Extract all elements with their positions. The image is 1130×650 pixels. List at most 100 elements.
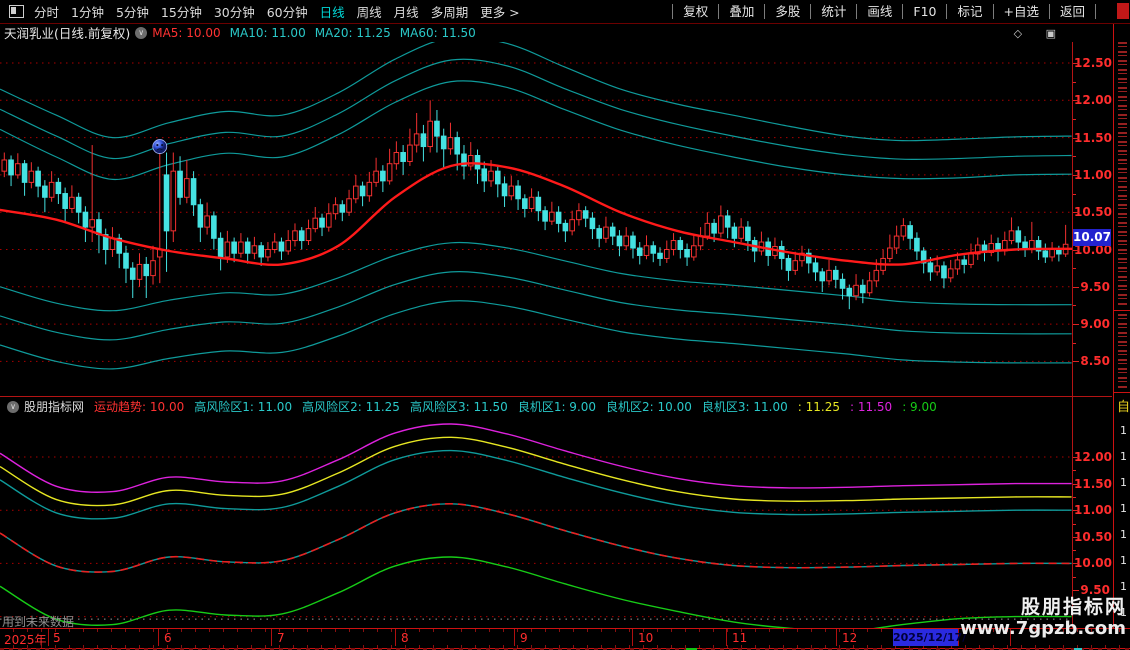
chevron-down-icon[interactable]: ∨ xyxy=(7,401,19,413)
indicator-field-7: 良机区3: 11.00 xyxy=(702,400,788,414)
axis-label: 10.50 xyxy=(1074,530,1110,544)
axis-label: 12.00 xyxy=(1074,93,1110,107)
month-label-6: 6 xyxy=(164,631,172,645)
axis-label: 11.50 xyxy=(1074,477,1110,491)
top-toolbar: 分时 1分钟 5分钟 15分钟 30分钟 60分钟日线周线月线多周期更多 > 复权叠加多股… xyxy=(0,0,1130,24)
indicator-field-10: : 9.00 xyxy=(902,400,937,414)
axis-label: 9.50 xyxy=(1074,280,1110,294)
toolbar-button-叠加[interactable]: 叠加 xyxy=(718,4,764,19)
period-tab-9[interactable]: 月线 xyxy=(394,2,419,21)
axis-label: 11.50 xyxy=(1074,131,1110,145)
toolbar-button-复权[interactable]: 复权 xyxy=(672,4,718,19)
chart-mode-icons[interactable]: ◇ ▣ xyxy=(1014,27,1066,40)
month-label-10: 10 xyxy=(638,631,653,645)
period-tab-1[interactable]: 分时 xyxy=(34,2,59,21)
price-axis-border xyxy=(1072,42,1073,647)
axis-label: 9.00 xyxy=(1074,317,1110,331)
axis-label: 9.50 xyxy=(1074,583,1110,597)
axis-label: 10.00 xyxy=(1074,556,1110,570)
strip-yellow-glyph: 自 xyxy=(1117,396,1130,415)
period-tab-3[interactable]: 5分钟 xyxy=(116,2,149,21)
axis-minor-tick xyxy=(1073,497,1076,498)
axis-minor-tick xyxy=(1073,550,1076,551)
month-separator xyxy=(395,629,396,646)
toolbar-button-多股[interactable]: 多股 xyxy=(764,4,810,19)
period-tab-7[interactable]: 日线 xyxy=(320,2,345,21)
watermark: 股朋指标网 www.7gpzb.com xyxy=(960,597,1126,639)
period-tab-11[interactable]: 更多 > xyxy=(480,2,519,21)
month-label-8: 8 xyxy=(401,631,409,645)
month-label-9: 9 xyxy=(520,631,528,645)
axis-tick xyxy=(1073,138,1079,139)
clipped-glyphs xyxy=(1118,314,1127,389)
axis-minor-tick xyxy=(1073,524,1076,525)
month-separator xyxy=(514,629,515,646)
future-data-note: 用到未来数据 xyxy=(2,613,74,630)
window-split-icon[interactable] xyxy=(9,5,24,18)
stock-info-bar: 天润乳业(日线.前复权) ∨ MA5: 10.00MA10: 11.00MA20… xyxy=(0,24,1072,41)
selected-date-tag: 2025/12/17/三 xyxy=(893,629,958,646)
period-tab-2[interactable]: 1分钟 xyxy=(71,2,104,21)
month-separator xyxy=(726,629,727,646)
toolbar-buttons: 复权叠加多股统计画线F10标记+自选返回 xyxy=(672,0,1096,23)
watermark-site-name: 股朋指标网 xyxy=(960,597,1126,618)
toolbar-button-F10[interactable]: F10 xyxy=(902,4,946,19)
clipped-digit: 1 xyxy=(1120,502,1127,515)
toolbar-button-画线[interactable]: 画线 xyxy=(856,4,902,19)
axis-tick xyxy=(1073,361,1079,362)
axis-label: 8.50 xyxy=(1074,354,1110,368)
month-label-11: 11 xyxy=(732,631,747,645)
month-label-5: 5 xyxy=(53,631,61,645)
period-tab-5[interactable]: 30分钟 xyxy=(214,2,255,21)
axis-minor-tick xyxy=(1073,194,1076,195)
indicator-field-3: 高风险区2: 11.25 xyxy=(302,400,400,414)
axis-tick xyxy=(1073,175,1079,176)
ma-value-3: MA20: 11.25 xyxy=(315,26,391,40)
period-tab-4[interactable]: 15分钟 xyxy=(161,2,202,21)
toolbar-button-返回[interactable]: 返回 xyxy=(1049,4,1096,19)
stock-title: 天润乳业(日线.前复权) xyxy=(4,23,130,42)
indicator-header: ∨ 股朋指标网 运动趋势: 10.00高风险区1: 11.00高风险区2: 11… xyxy=(2,399,1068,414)
period-tab-6[interactable]: 60分钟 xyxy=(267,2,308,21)
axis-tick xyxy=(1073,212,1079,213)
toolbar-button-统计[interactable]: 统计 xyxy=(810,4,856,19)
indicator-name: 股朋指标网 xyxy=(24,399,84,414)
axis-tick xyxy=(1073,324,1079,325)
toolbar-button-标记[interactable]: 标记 xyxy=(946,4,992,19)
clipped-digit: 1 xyxy=(1120,554,1127,567)
ma-value-1: MA5: 10.00 xyxy=(152,26,220,40)
axis-minor-tick xyxy=(1073,577,1076,578)
axis-tick xyxy=(1073,250,1079,251)
right-clipped-panel[interactable]: 自 11111111 xyxy=(1113,24,1130,628)
trading-app-window: 分时 1分钟 5分钟 15分钟 30分钟 60分钟日线周线月线多周期更多 > 复权叠加多股… xyxy=(0,0,1130,650)
axis-tick xyxy=(1073,63,1079,64)
main-candlestick-chart[interactable] xyxy=(0,42,1072,396)
month-separator xyxy=(48,629,49,646)
strip-separator xyxy=(1114,392,1130,393)
month-label-7: 7 xyxy=(277,631,285,645)
axis-label: 12.50 xyxy=(1074,56,1110,70)
panel-divider xyxy=(0,396,1112,397)
indicator-field-9: : 11.50 xyxy=(850,400,892,414)
axis-tick xyxy=(1073,510,1079,511)
corner-red-block xyxy=(1117,3,1129,19)
indicator-values: 运动趋势: 10.00高风险区1: 11.00高风险区2: 11.25高风险区3… xyxy=(94,399,947,414)
indicator-line-chart[interactable] xyxy=(0,416,1072,628)
chevron-down-icon[interactable]: ∨ xyxy=(135,27,147,39)
watermark-url: www.7gpzb.com xyxy=(960,618,1126,639)
period-tab-10[interactable]: 多周期 xyxy=(431,2,469,21)
sad-face-badge-icon xyxy=(153,140,167,154)
axis-minor-tick xyxy=(1073,268,1076,269)
clipped-digit: 1 xyxy=(1120,528,1127,541)
indicator-field-4: 高风险区3: 11.50 xyxy=(410,400,508,414)
month-separator xyxy=(158,629,159,646)
toolbar-button-+自选[interactable]: +自选 xyxy=(993,4,1049,19)
period-tab-8[interactable]: 周线 xyxy=(357,2,382,21)
axis-label: 12.00 xyxy=(1074,450,1110,464)
axis-label: 11.00 xyxy=(1074,503,1110,517)
axis-tick xyxy=(1073,287,1079,288)
axis-tick xyxy=(1073,537,1079,538)
strip-separator xyxy=(1114,310,1130,311)
month-label-12: 12 xyxy=(842,631,857,645)
indicator-field-2: 高风险区1: 11.00 xyxy=(194,400,292,414)
